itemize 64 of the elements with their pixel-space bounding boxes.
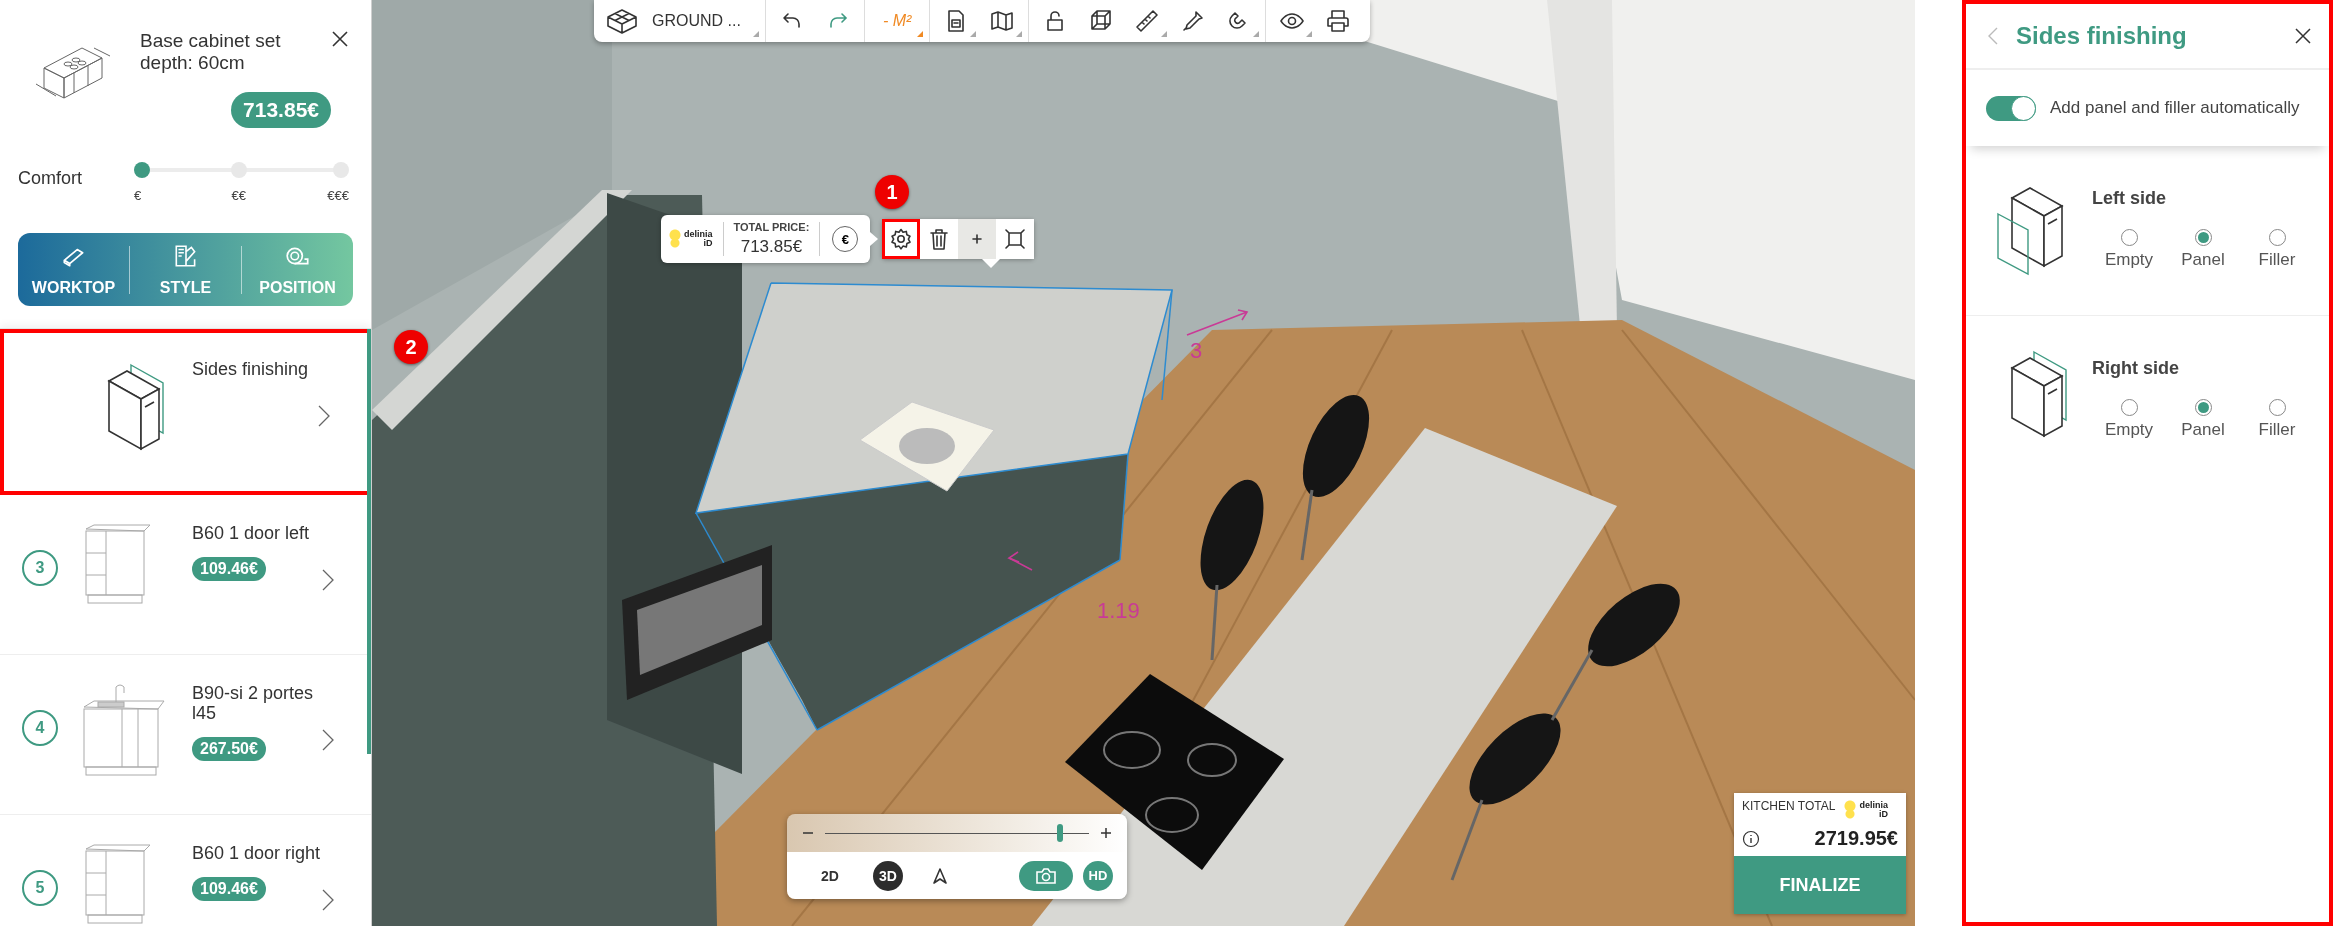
slider-stop[interactable] bbox=[134, 162, 150, 178]
kitchen-total-label: KITCHEN TOTAL bbox=[1742, 799, 1836, 813]
side-label: Left side bbox=[2092, 188, 2167, 209]
chevron-right-icon[interactable] bbox=[317, 404, 331, 428]
chevron-right-icon[interactable] bbox=[321, 728, 335, 752]
product-title: Base cabinet set depth: 60cm bbox=[140, 30, 282, 74]
number-badge: 5 bbox=[22, 870, 58, 906]
number-badge: 3 bbox=[22, 550, 58, 586]
panel-title: Sides finishing bbox=[2016, 22, 2187, 50]
price-level-label: €€€ bbox=[327, 188, 349, 203]
price-badge: 267.50€ bbox=[192, 737, 266, 761]
brand-logo: delinia iD bbox=[669, 228, 715, 250]
info-icon[interactable] bbox=[1742, 829, 1760, 848]
zoom-in-icon[interactable] bbox=[1099, 826, 1113, 840]
toggle-label: Add panel and filler automatically bbox=[2050, 98, 2300, 118]
item-name: Sides finishing bbox=[192, 359, 309, 379]
radio-label: Panel bbox=[2181, 250, 2225, 270]
settings-icon bbox=[889, 227, 914, 251]
toggle-switch[interactable] bbox=[1986, 95, 2036, 121]
price-badge: 109.46€ bbox=[192, 557, 266, 581]
number-badge: 4 bbox=[22, 710, 58, 746]
navigation-arrow-icon[interactable] bbox=[931, 866, 949, 885]
chevron-right-icon[interactable] bbox=[321, 888, 335, 912]
close-icon[interactable] bbox=[331, 30, 349, 48]
item-name: B60 1 door left bbox=[192, 523, 310, 543]
comfort-label: Comfort bbox=[18, 168, 82, 190]
price-badge: 109.46€ bbox=[192, 877, 266, 901]
view-mode-button[interactable]: 2D bbox=[815, 860, 845, 891]
frame-icon bbox=[1003, 227, 1028, 251]
kitchen-total-value: 2719.95€ bbox=[1814, 827, 1898, 850]
radio-label: Panel bbox=[2181, 420, 2225, 440]
resize-button[interactable] bbox=[996, 219, 1035, 259]
radio-label: Filler bbox=[2258, 420, 2296, 440]
map-icon[interactable] bbox=[989, 8, 1016, 34]
item-name: B90-si 2 portes l45 bbox=[192, 683, 315, 723]
radio-label: Empty bbox=[2104, 250, 2154, 270]
brand-logo: delinia iD bbox=[1844, 799, 1890, 821]
cabinet-list-item[interactable]: 5 B60 1 door right 109.46€ bbox=[0, 815, 371, 926]
price-badge: 713.85€ bbox=[231, 92, 331, 128]
slider-thumb[interactable] bbox=[1056, 824, 1063, 842]
delete-button[interactable] bbox=[920, 219, 959, 259]
box-outline-icon[interactable] bbox=[606, 8, 638, 34]
scrollbar-thumb[interactable] bbox=[367, 329, 371, 754]
total-price-label: TOTAL PRICE: bbox=[733, 221, 810, 233]
radio-label: Filler bbox=[2258, 250, 2296, 270]
category-button[interactable]: WORKTOP bbox=[18, 242, 129, 297]
dimension-label: 3 bbox=[1190, 338, 1203, 364]
cabinet-list-item[interactable]: 4 B90-si 2 portes l45 267.50€ bbox=[0, 655, 371, 815]
price-level-label: € bbox=[134, 188, 142, 203]
camera-button[interactable] bbox=[1019, 860, 1073, 891]
close-icon[interactable] bbox=[2295, 28, 2311, 44]
floor-selector[interactable]: GROUND ... bbox=[652, 12, 759, 30]
price-level-label: €€ bbox=[231, 188, 246, 203]
total-price-value: 713.85€ bbox=[740, 237, 803, 257]
radio-label: Empty bbox=[2104, 420, 2154, 440]
printer-icon[interactable] bbox=[1325, 8, 1352, 34]
dimension-label: 1.19 bbox=[1097, 598, 1140, 624]
settings-button[interactable] bbox=[882, 219, 921, 259]
side-label: Right side bbox=[2092, 358, 2180, 379]
item-name: B60 1 door right bbox=[192, 843, 321, 863]
chevron-right-icon[interactable] bbox=[321, 568, 335, 592]
view-mode-button[interactable]: 3D bbox=[873, 860, 903, 891]
camera-icon bbox=[1035, 866, 1057, 885]
ruler-icon[interactable] bbox=[1134, 8, 1161, 34]
